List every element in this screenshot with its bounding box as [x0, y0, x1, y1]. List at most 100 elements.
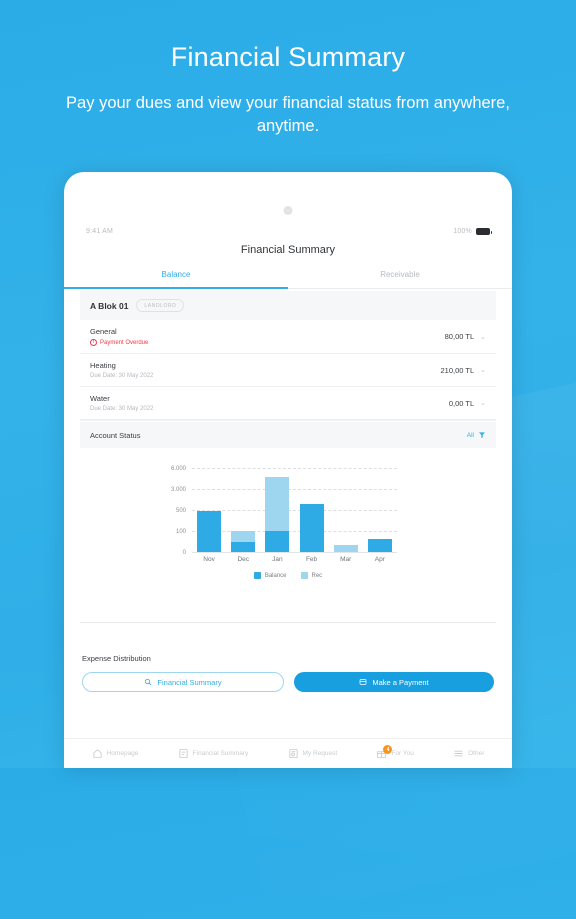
battery-icon [476, 227, 492, 235]
row-due-date: Due Date: 30 May 2022 [90, 406, 154, 412]
nav-label: Other [468, 750, 485, 757]
x-tick-label: Apr [374, 556, 385, 563]
chart-plot-area: 6.000 3.000 500 100 0 [171, 466, 397, 556]
request-icon [288, 748, 298, 759]
section-divider [80, 622, 496, 623]
x-tick-label: Feb [305, 556, 318, 563]
legend-swatch-icon [253, 572, 261, 579]
row-name: Water [90, 394, 110, 403]
tab-receivable[interactable]: Receivable [288, 270, 512, 288]
row-value: 210,00 TL [440, 365, 475, 375]
status-time: 9:41 AM [86, 227, 114, 235]
chevron-down-icon[interactable]: ⌄ [480, 366, 486, 374]
nav-item-financial-summary[interactable]: Financial Summary [178, 748, 249, 759]
y-tick-label: 100 [175, 529, 186, 535]
card-icon [359, 679, 367, 685]
make-payment-button[interactable]: Make a Payment [294, 672, 494, 692]
table-row[interactable]: Heating Due Date: 30 May 2022 210,00 TL … [80, 354, 496, 387]
legend-item-rec: Rec [300, 572, 323, 579]
chevron-down-icon[interactable]: ⌄ [480, 333, 486, 341]
make-payment-button-label: Make a Payment [372, 677, 429, 687]
row-right: 80,00 TL ⌄ [445, 332, 486, 341]
filter-value: All [466, 431, 474, 439]
home-icon [93, 749, 102, 759]
nav-label: Financial Summary [192, 750, 249, 757]
row-due-date: Due Date: 30 May 2022 [90, 373, 154, 379]
row-left: Water Due Date: 30 May 2022 [90, 394, 153, 412]
landlord-badge: LANDLORD [136, 299, 185, 312]
nav-item-for-you[interactable]: 4 For You [376, 745, 414, 759]
bar-receivable [231, 531, 256, 542]
tablet-device-frame: 9:41 AM 100% Financial Summary Balance R… [64, 172, 512, 768]
bar-balance [299, 504, 324, 552]
bar-balance [265, 531, 290, 552]
page-title: Financial Summary [240, 244, 336, 256]
gridline-baseline: 0 [183, 550, 397, 556]
expense-distribution-label: Expense Distribution [82, 654, 151, 663]
row-value: 0,00 TL [448, 398, 475, 408]
bar-group-apr[interactable] [367, 468, 392, 552]
nav-label: My Request [302, 750, 338, 757]
x-tick-label: Jan [272, 556, 283, 563]
nav-label: For You [391, 750, 414, 757]
camera-dot-icon [283, 206, 293, 215]
account-status-header: Account Status All [80, 422, 496, 448]
row-value: 80,00 TL [444, 332, 475, 341]
status-bar: 9:41 AM 100% [64, 224, 512, 238]
search-icon [145, 678, 152, 686]
bar-group-mar[interactable] [333, 468, 358, 552]
block-name: A Blok 01 [90, 300, 129, 311]
table-row[interactable]: General ! Payment Overdue 80,00 TL ⌄ [80, 320, 496, 354]
chart-legend: Balance Rec [80, 572, 496, 579]
nav-item-my-request[interactable]: My Request [288, 748, 338, 759]
warning-icon: ! [90, 339, 97, 346]
x-tick-label: Dec [237, 556, 250, 563]
bar-group-dec[interactable] [231, 468, 256, 552]
legend-swatch-icon [300, 572, 308, 579]
x-tick-label: Mar [340, 556, 352, 563]
bar-group-feb[interactable] [299, 468, 324, 552]
bar-receivable [333, 545, 358, 552]
y-tick-label: 500 [175, 508, 186, 514]
block-header: A Blok 01 LANDLORD [80, 291, 496, 320]
nav-label: Homepage [106, 750, 139, 757]
tab-balance[interactable]: Balance [64, 270, 288, 289]
account-status-label: Account Status [90, 430, 141, 440]
y-tick-label: 6.000 [170, 466, 186, 472]
promo-subtitle: Pay your dues and view your financial st… [66, 94, 510, 135]
financial-summary-button[interactable]: Financial Summary [82, 672, 284, 692]
filter-icon[interactable] [478, 431, 486, 439]
menu-icon [454, 750, 463, 757]
y-tick-label: 0 [182, 550, 186, 556]
chart-x-labels: Nov Dec Jan Feb Mar Apr [192, 556, 397, 563]
bar-receivable [265, 477, 290, 531]
battery-percent: 100% [453, 227, 472, 235]
chevron-down-icon[interactable]: ⌄ [480, 399, 486, 407]
account-status-filter[interactable]: All [467, 431, 486, 439]
row-right: 0,00 TL ⌄ [449, 399, 486, 408]
document-icon [179, 748, 188, 759]
nav-item-other[interactable]: Other [453, 748, 484, 759]
row-status-text: Payment Overdue [100, 339, 149, 346]
promo-header: Financial Summary Pay your dues and view… [0, 0, 576, 138]
table-row[interactable]: Water Due Date: 30 May 2022 0,00 TL ⌄ [80, 387, 496, 420]
tab-bar: Balance Receivable [64, 270, 512, 289]
status-right: 100% [453, 227, 492, 235]
row-name: Heating [90, 361, 116, 370]
legend-label: Balance [264, 572, 287, 579]
nav-item-homepage[interactable]: Homepage [92, 748, 139, 759]
bar-group-jan[interactable] [265, 468, 290, 552]
legend-label: Rec [311, 572, 323, 579]
legend-item-balance: Balance [253, 572, 287, 579]
row-name: General [90, 327, 117, 336]
row-left: Heating Due Date: 30 May 2022 [90, 361, 153, 379]
bottom-navigation: Homepage Financial Summary My Request 4 … [64, 738, 512, 768]
row-left: General ! Payment Overdue [90, 327, 148, 346]
action-button-row: Financial Summary Make a Payment [82, 672, 494, 692]
bar-balance [367, 539, 392, 552]
bar-balance [231, 542, 256, 552]
bar-balance [197, 511, 222, 552]
financial-summary-button-label: Financial Summary [157, 677, 222, 687]
bar-group-nov[interactable] [197, 468, 222, 552]
chart-bars [192, 468, 397, 552]
